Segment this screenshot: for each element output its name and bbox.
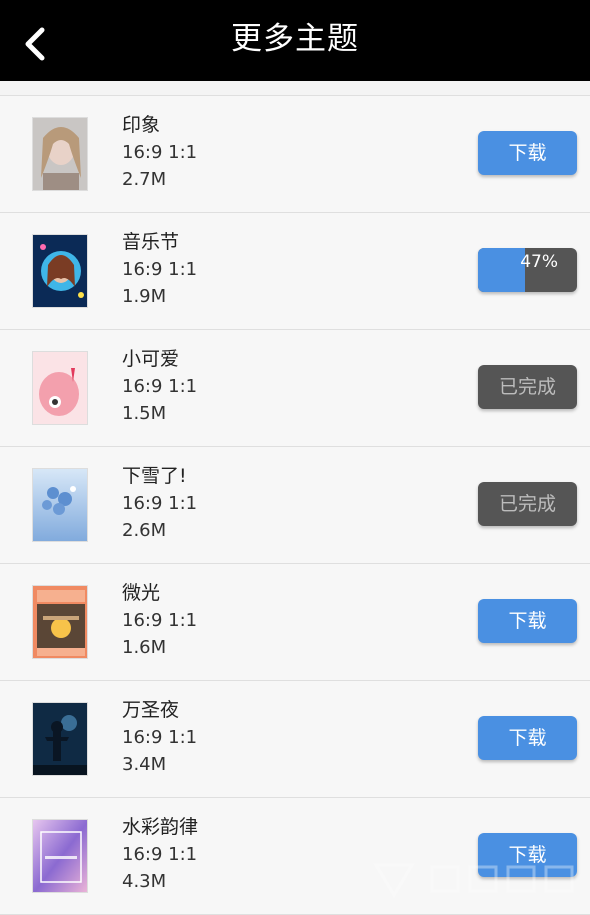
theme-thumbnail [32,585,88,659]
theme-ratio: 16:9 1:1 [122,259,198,280]
theme-name: 万圣夜 [122,699,180,721]
theme-name: 水彩韵律 [122,816,199,838]
download-button[interactable]: 下载 [478,599,577,643]
theme-name: 小可爱 [122,348,180,370]
theme-thumbnail [32,819,88,893]
top-bar: 更多主题 [0,0,590,81]
theme-thumbnail [32,234,88,308]
theme-name: 音乐节 [122,231,180,253]
theme-ratio: 16:9 1:1 [122,142,198,163]
theme-ratio: 16:9 1:1 [122,493,198,514]
theme-thumbnail [32,351,88,425]
completed-button[interactable]: 已完成 [478,365,577,409]
theme-row[interactable]: 小可爱 16:9 1:1 1.5M 已完成 [0,329,590,446]
theme-ratio: 16:9 1:1 [122,610,198,631]
theme-row[interactable]: 万圣夜 16:9 1:1 3.4M 下载 [0,680,590,797]
completed-button[interactable]: 已完成 [478,482,577,526]
theme-name: 下雪了! [122,465,187,487]
theme-size: 2.7M [122,169,167,190]
progress-percent: 47% [520,252,558,272]
theme-size: 2.6M [122,520,167,541]
theme-size: 1.5M [122,403,167,424]
theme-thumbnail [32,468,88,542]
download-progress: 47% [478,248,577,292]
theme-row[interactable]: 下雪了! 16:9 1:1 2.6M 已完成 [0,446,590,563]
download-button[interactable]: 下载 [478,833,577,877]
progress-fill [478,248,525,292]
theme-size: 4.3M [122,871,167,892]
theme-name: 印象 [122,114,161,136]
page-title: 更多主题 [231,21,359,57]
theme-size: 3.4M [122,754,167,775]
theme-thumbnail [32,117,88,191]
theme-row[interactable]: 印象 16:9 1:1 2.7M 下载 [0,95,590,212]
theme-ratio: 16:9 1:1 [122,727,198,748]
theme-name: 微光 [122,582,161,604]
theme-ratio: 16:9 1:1 [122,376,198,397]
theme-row[interactable]: 水彩韵律 16:9 1:1 4.3M 下载 [0,797,590,914]
theme-row[interactable]: 微光 16:9 1:1 1.6M 下载 [0,563,590,680]
theme-list: 印象 16:9 1:1 2.7M 下载 音乐节 16:9 1:1 1.9M 47… [0,95,590,915]
download-button[interactable]: 下载 [478,716,577,760]
download-button[interactable]: 下载 [478,131,577,175]
theme-size: 1.9M [122,286,167,307]
theme-thumbnail [32,702,88,776]
theme-ratio: 16:9 1:1 [122,844,198,865]
theme-size: 1.6M [122,637,167,658]
theme-row[interactable]: 音乐节 16:9 1:1 1.9M 47% [0,212,590,329]
